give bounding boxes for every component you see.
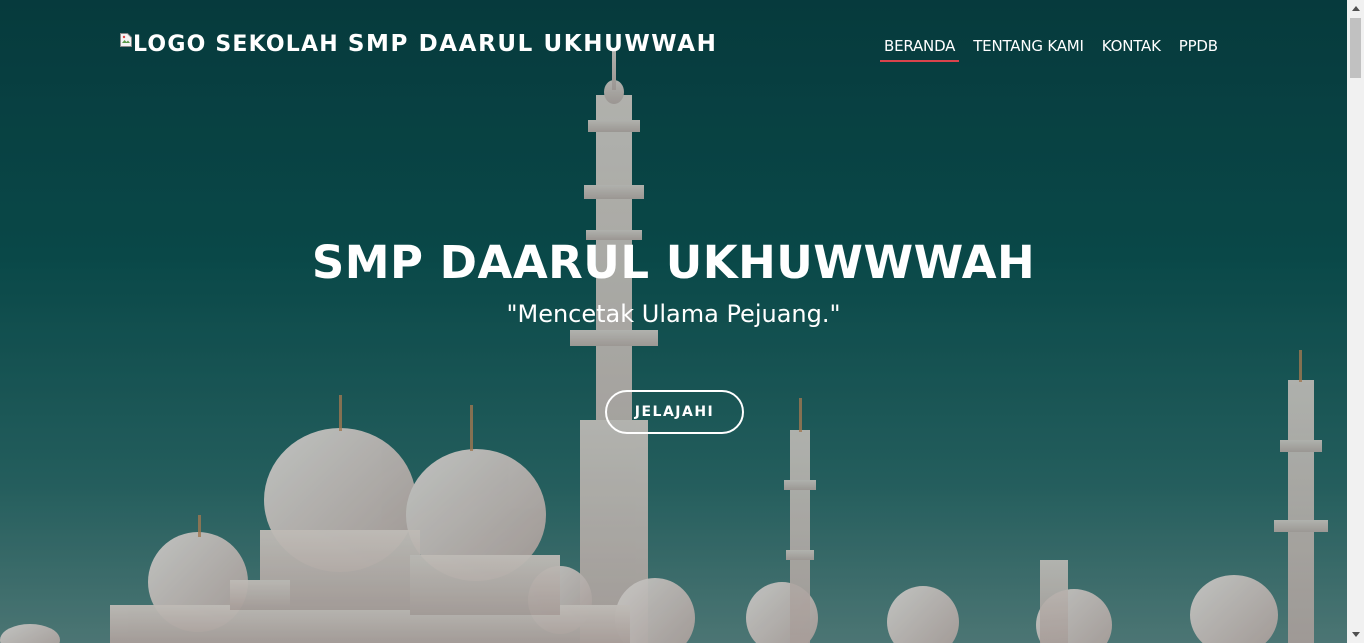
broken-image-icon [120,33,132,47]
nav-item-ppdb[interactable]: PPDB [1175,36,1222,62]
vertical-scrollbar[interactable] [1347,0,1364,643]
logo-alt-text: LOGO SEKOLAH [133,31,339,57]
nav-item-kontak[interactable]: KONTAK [1098,36,1165,62]
school-logo[interactable]: LOGO SEKOLAH [120,32,339,57]
explore-button[interactable]: JELAJAHI [605,390,744,434]
main-nav: BERANDA TENTANG KAMI KONTAK PPDB [880,36,1232,62]
hero-tagline: "Mencetak Ulama Pejuang." [506,300,841,328]
scroll-up-arrow-icon[interactable] [1347,0,1364,17]
scroll-down-arrow-icon[interactable] [1347,626,1364,643]
hero-section: LOGO SEKOLAH SMP DAARUL UKHUWWAH BERANDA… [0,0,1347,643]
navbar: LOGO SEKOLAH SMP DAARUL UKHUWWAH BERANDA… [0,0,1347,90]
nav-item-beranda[interactable]: BERANDA [880,36,960,62]
brand[interactable]: LOGO SEKOLAH SMP DAARUL UKHUWWAH [120,28,718,60]
scrollbar-thumb[interactable] [1350,18,1361,78]
nav-item-tentang-kami[interactable]: TENTANG KAMI [969,36,1088,62]
hero-title: SMP DAARUL UKHUWWWAH [311,236,1036,289]
school-name[interactable]: SMP DAARUL UKHUWWAH [348,31,718,57]
